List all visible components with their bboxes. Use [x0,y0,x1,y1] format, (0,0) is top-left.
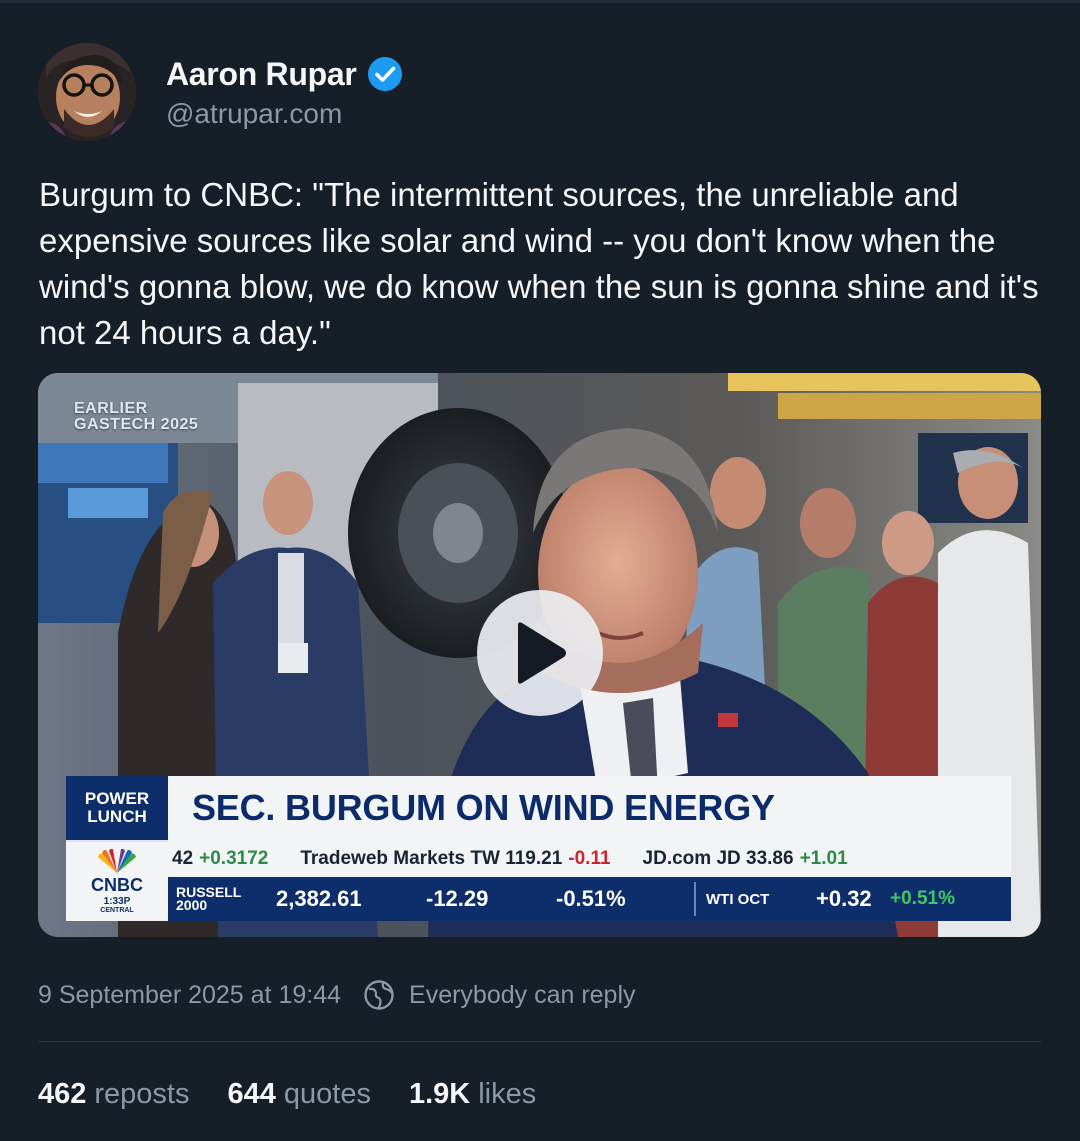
divider [38,1041,1041,1042]
commodity-percent: +0.51% [890,888,955,909]
reply-setting-icon [364,980,394,1010]
ticker-item: JD.com JD 33.86 +1.01 [642,847,848,869]
ticker-item: Tradeweb Markets TW 119.21 -0.11 [300,847,611,869]
network-logo: CNBC 1:33P CENTRAL [66,840,168,921]
index-percent: -0.51% [556,886,626,911]
commodity-name: WTI OCT [706,890,770,908]
author-block: Aaron Rupar @atrupar.com [166,54,403,130]
reposts-stat[interactable]: 462 reposts [38,1078,190,1111]
ticker-top: 42 +0.3172 Tradeweb Markets TW 119.21 -0… [168,840,1011,877]
ticker-item: 42 +0.3172 [172,847,269,869]
quotes-stat[interactable]: 644 quotes [228,1078,371,1111]
reply-setting-label: Everybody can reply [409,980,636,1009]
author-handle[interactable]: @atrupar.com [166,98,403,130]
video-lower-third: POWER LUNCH SEC. BURGUM ON WIND ENERGY C… [66,776,1011,921]
top-border [0,0,1080,3]
index-name: RUSSELL 2000 [176,884,242,913]
peacock-icon [98,849,136,873]
show-badge: POWER LUNCH [66,776,168,840]
verified-badge-icon [367,57,402,91]
author-name[interactable]: Aaron Rupar [166,56,357,93]
video-player[interactable]: EARLIER GASTECH 2025 POWER LUNCH SEC. BU… [38,373,1041,937]
likes-stat[interactable]: 1.9K likes [409,1078,536,1111]
video-headline: SEC. BURGUM ON WIND ENERGY [168,776,1011,840]
author-avatar[interactable] [38,43,136,141]
commodity-change: +0.32 [816,886,872,911]
index-value: 2,382.61 [276,886,362,911]
ticker-divider [694,882,696,916]
ticker-bottom: RUSSELL 2000 2,382.61 -12.29 -0.51% WTI … [168,877,1011,921]
play-icon [518,622,566,684]
post-timestamp[interactable]: 9 September 2025 at 19:44 [38,981,341,1010]
index-change: -12.29 [426,886,489,911]
post-text: Burgum to CNBC: "The intermittent source… [39,176,1048,351]
post-meta: 9 September 2025 at 19:44 Everybody can … [38,975,636,1015]
post-stats: 462 reposts 644 quotes 1.9K likes [38,1074,574,1114]
video-overlay-label: EARLIER GASTECH 2025 [74,400,199,433]
avatar-photo [38,43,136,141]
author-name-row: Aaron Rupar [166,54,403,94]
play-button[interactable] [477,590,603,716]
